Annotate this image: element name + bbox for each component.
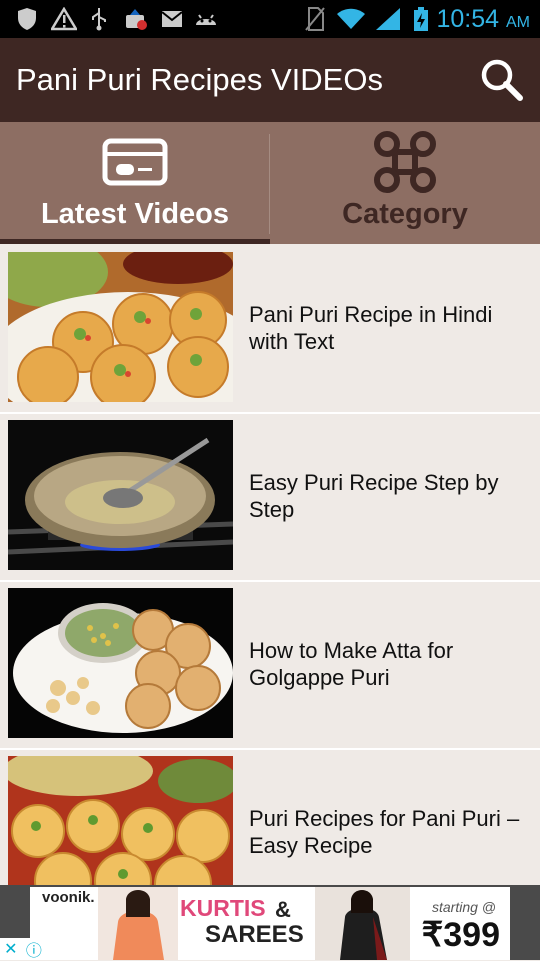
frying-pan-thumbnail — [8, 420, 233, 570]
search-button[interactable] — [478, 56, 526, 104]
ad-price-prefix: starting @ — [431, 899, 496, 915]
ad-headline-amp: & — [275, 897, 291, 922]
tab-category-label: Category — [342, 198, 468, 230]
video-title: Pani Puri Recipe in Hindi with Text — [249, 302, 493, 354]
search-icon — [481, 59, 523, 101]
shield-icon — [16, 7, 38, 31]
ad-brand: voonik. — [42, 889, 95, 906]
video-title: Puri Recipes for Pani Puri – Easy Recipe — [249, 806, 520, 858]
signal-icon — [375, 7, 401, 31]
command-icon — [374, 131, 436, 193]
video-list-item[interactable]: Pani Puri Recipe in Hindi with Text — [0, 244, 540, 414]
tab-bar: Latest Videos Category — [0, 122, 540, 244]
status-clock: 10:54 AM — [436, 5, 530, 33]
ad-headline-sarees: SAREES — [205, 921, 304, 948]
status-bar: 10:54 AM — [0, 0, 540, 38]
wifi-icon — [336, 7, 366, 31]
ad-creative[interactable]: voonik. KURTIS & SAREES starting @ ₹399 — [30, 887, 510, 960]
app-title: Pani Puri Recipes VIDEOs — [16, 62, 383, 97]
model-image — [315, 887, 410, 960]
video-title: How to Make Atta for Golgappe Puri — [249, 638, 454, 690]
tab-latest-videos-label: Latest Videos — [40, 198, 230, 230]
mail-icon — [160, 7, 184, 31]
info-icon[interactable]: ⓘ — [26, 937, 42, 961]
golgappe-plate-thumbnail — [8, 588, 233, 738]
tab-latest-videos[interactable]: Latest Videos — [0, 122, 270, 244]
stuffed-puri-thumbnail — [8, 756, 233, 885]
no-sim-icon — [304, 7, 326, 31]
video-list-item[interactable]: Puri Recipes for Pani Puri – Easy Recipe — [0, 748, 540, 885]
usb-icon — [89, 7, 109, 31]
video-list-item[interactable]: Easy Puri Recipe Step by Step — [0, 412, 540, 582]
ad-banner[interactable]: voonik. KURTIS & SAREES starting @ ₹399 … — [0, 885, 540, 960]
close-icon[interactable]: ✕ — [4, 939, 17, 959]
warning-icon — [51, 7, 77, 31]
app-bar: Pani Puri Recipes VIDEOs — [0, 38, 540, 122]
tab-category[interactable]: Category — [270, 122, 540, 244]
video-card-icon — [102, 138, 168, 186]
video-list-item[interactable]: How to Make Atta for Golgappe Puri — [0, 580, 540, 750]
video-list: Pani Puri Recipe in Hindi with Text Easy… — [0, 244, 540, 885]
app-update-icon — [124, 7, 148, 31]
ad-headline-kurtis: KURTIS — [180, 895, 266, 921]
model-image — [98, 887, 178, 960]
video-title: Easy Puri Recipe Step by Step — [249, 470, 499, 522]
ad-price: ₹399 — [421, 916, 500, 954]
android-icon — [194, 7, 218, 31]
pani-puri-plate-thumbnail — [8, 252, 233, 402]
battery-charging-icon — [411, 7, 431, 31]
ad-choices[interactable]: ✕ ⓘ — [0, 938, 46, 960]
